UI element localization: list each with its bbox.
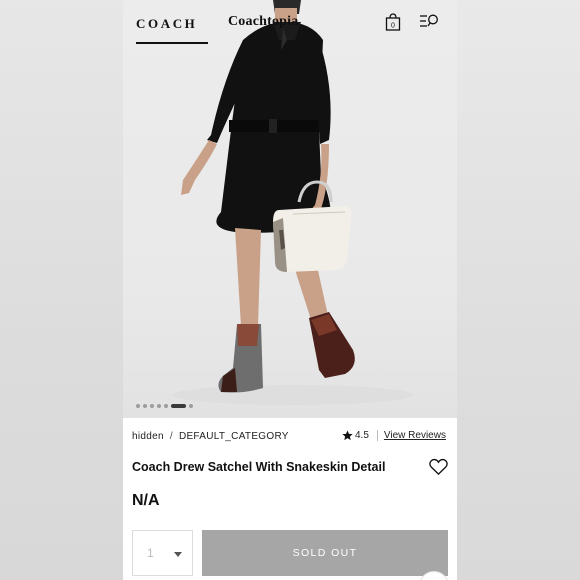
model-photo [173, 0, 413, 405]
chevron-down-icon [174, 552, 182, 557]
gallery-pagination[interactable] [136, 404, 193, 408]
shopping-bag-icon[interactable]: 0 [385, 13, 401, 31]
view-reviews-link[interactable]: View Reviews [384, 430, 446, 441]
quantity-select[interactable]: 1 [132, 530, 193, 576]
pagination-dot[interactable] [157, 404, 161, 408]
product-image[interactable] [123, 0, 457, 418]
breadcrumb-separator: / [169, 431, 173, 442]
background-right [457, 0, 580, 580]
background-left [0, 0, 123, 580]
pagination-dot-active[interactable] [171, 404, 186, 408]
rating-value: 4.5 [355, 430, 369, 441]
site-header: COACH Coachtopia 0 [123, 0, 457, 48]
breadcrumb: hidden / DEFAULT_CATEGORY [132, 431, 289, 442]
active-tab-indicator [136, 42, 208, 44]
tab-coach[interactable]: COACH [136, 16, 197, 32]
sold-out-button[interactable]: SOLD OUT [202, 530, 448, 576]
product-page: COACH Coachtopia 0 hidden / DEFAULT_CATEGO… [123, 0, 457, 580]
quantity-value: 1 [147, 546, 154, 560]
pagination-dot[interactable] [189, 404, 193, 408]
product-rating: 4.5 View Reviews [342, 430, 446, 441]
pagination-dot[interactable] [150, 404, 154, 408]
rating-divider [376, 430, 378, 441]
tab-coachtopia[interactable]: Coachtopia [228, 14, 298, 30]
star-icon [342, 430, 353, 441]
pagination-dot[interactable] [164, 404, 168, 408]
search-menu-icon[interactable] [419, 13, 439, 29]
breadcrumb-item[interactable]: hidden [132, 431, 164, 442]
heart-icon[interactable] [429, 458, 448, 476]
breadcrumb-item[interactable]: DEFAULT_CATEGORY [179, 431, 289, 442]
product-price: N/A [132, 492, 160, 509]
bag-count: 0 [391, 23, 395, 30]
pagination-dot[interactable] [136, 404, 140, 408]
product-title: Coach Drew Satchel With Snakeskin Detail [132, 460, 386, 474]
pagination-dot[interactable] [143, 404, 147, 408]
